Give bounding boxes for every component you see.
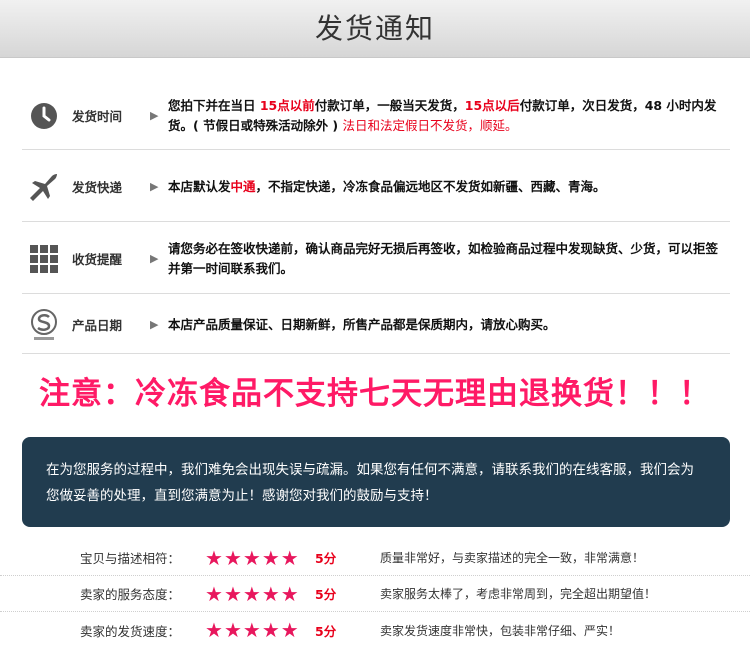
desc-highlight: 15点以后 [464,97,520,113]
rating-comment: 质量非常好，与卖家描述的完全一致，非常满意！ [380,551,645,565]
star-icon: ★ [205,618,223,642]
row-description: 您拍下并在当日 15点以前付款订单，一般当天发货，15点以后付款订单，次日发货，… [164,96,730,136]
service-message: 在为您服务的过程中，我们难免会出现失误与疏漏。如果您有任何不满意，请联系我们的在… [46,462,694,504]
desc-text: 您拍下并在当日 [168,97,260,113]
desc-highlight: 中通 [230,178,256,194]
star-icon: ★ [223,581,242,606]
row-description: 请您务必在签收快递前，确认商品完好无损后再签收，如检验商品过程中发现缺货、少货，… [168,240,719,276]
page-title: 发货通知 [314,12,435,45]
star-icon: ★ [223,545,242,570]
star-icon: ★ [242,581,261,606]
rating-row: 卖家的服务态度： ★ ★ ★ ★ ★ 5分 卖家服务太棒了，考虑非常周到，完全超出期望值… [0,576,750,612]
info-row-courier: 发货快递 ▶ 本店默认发中通，不指定快递，冷冻食品偏远地区不发货如新疆、西藏、青… [22,152,730,222]
page-header: 发货通知 [0,0,750,58]
rating-label: 卖家的发货速度： [80,623,181,639]
desc-text: ，不指定快递，冷冻食品偏远地区不发货如新疆、西藏、青海。 [255,178,606,194]
star-icon: ★ [205,581,223,606]
row-label: 发货时间 [72,109,123,124]
chevron-right-icon: ▶ [150,252,159,265]
airplane-icon [22,167,66,207]
desc-highlight: 15点以前 [259,97,315,113]
star-icon: ★ [261,545,280,570]
star-icon: ★ [205,545,223,570]
chevron-right-icon: ▶ [150,318,159,331]
row-description: 本店默认发中通，不指定快递，冷冻食品偏远地区不发货如新疆、西藏、青海。 [164,177,730,197]
rating-comment: 卖家发货速度非常快，包装非常仔细、严实！ [380,623,621,638]
star-icon: ★ [261,581,280,606]
rating-label: 卖家的服务态度： [80,587,181,602]
info-row-product-date: 产品日期 ▶ 本店产品质量保证、日期新鲜，所售产品都是保质期内，请放心购买。 [22,296,730,354]
rating-score: 5分 [315,587,337,602]
star-icon: ★ [280,581,299,606]
star-rating: ★ ★ ★ ★ ★ [205,620,299,640]
rating-score: 5分 [315,551,337,566]
row-description: 本店产品质量保证、日期新鲜，所售产品都是保质期内，请放心购买。 [168,316,556,332]
star-icon: ★ [223,618,242,642]
star-icon: ★ [242,618,261,642]
star-rating: ★ ★ ★ ★ ★ [205,584,299,604]
info-row-shipping-time: 发货时间 ▶ 您拍下并在当日 15点以前付款订单，一般当天发货，15点以后付款订… [22,82,730,150]
desc-text: 本店默认发 [168,178,231,194]
desc-text: 付款订单，一般当天发货， [314,97,465,113]
service-message-panel: 在为您服务的过程中，我们难免会出现失误与疏漏。如果您有任何不满意，请联系我们的在… [22,437,730,527]
info-row-receipt: 收货提醒 ▶ 请您务必在签收快递前，确认商品完好无损后再签收，如检验商品过程中发… [22,224,730,294]
star-icon: ★ [242,545,261,570]
desc-highlight: 法日和法定假日不发货，顺延。 [342,117,518,133]
rating-row: 宝贝与描述相符： ★ ★ ★ ★ ★ 5分 质量非常好，与卖家描述的完全一致，非常满意！ [0,540,750,576]
star-icon: ★ [280,618,299,642]
row-label: 收货提醒 [72,252,123,267]
frozen-food-notice: 注意：冷冻食品不支持七天无理由退换货！！！ [39,376,711,412]
grid-icon [22,239,66,279]
rating-row: 卖家的发货速度： ★ ★ ★ ★ ★ 5分 卖家发货速度非常快，包装非常仔细、严实！ [0,612,750,648]
rating-score: 5分 [315,623,337,639]
row-label: 产品日期 [72,318,123,333]
star-icon: ★ [261,618,280,642]
rating-label: 宝贝与描述相符： [80,551,181,566]
chevron-right-icon: ▶ [150,109,159,122]
rating-comment: 卖家服务太棒了，考虑非常周到，完全超出期望值！ [380,587,657,601]
row-label: 发货快递 [72,180,123,195]
chevron-right-icon: ▶ [150,180,159,193]
star-icon: ★ [280,545,299,570]
quality-seal-icon [22,305,66,345]
star-rating: ★ ★ ★ ★ ★ [205,548,299,568]
clock-icon [22,96,66,136]
